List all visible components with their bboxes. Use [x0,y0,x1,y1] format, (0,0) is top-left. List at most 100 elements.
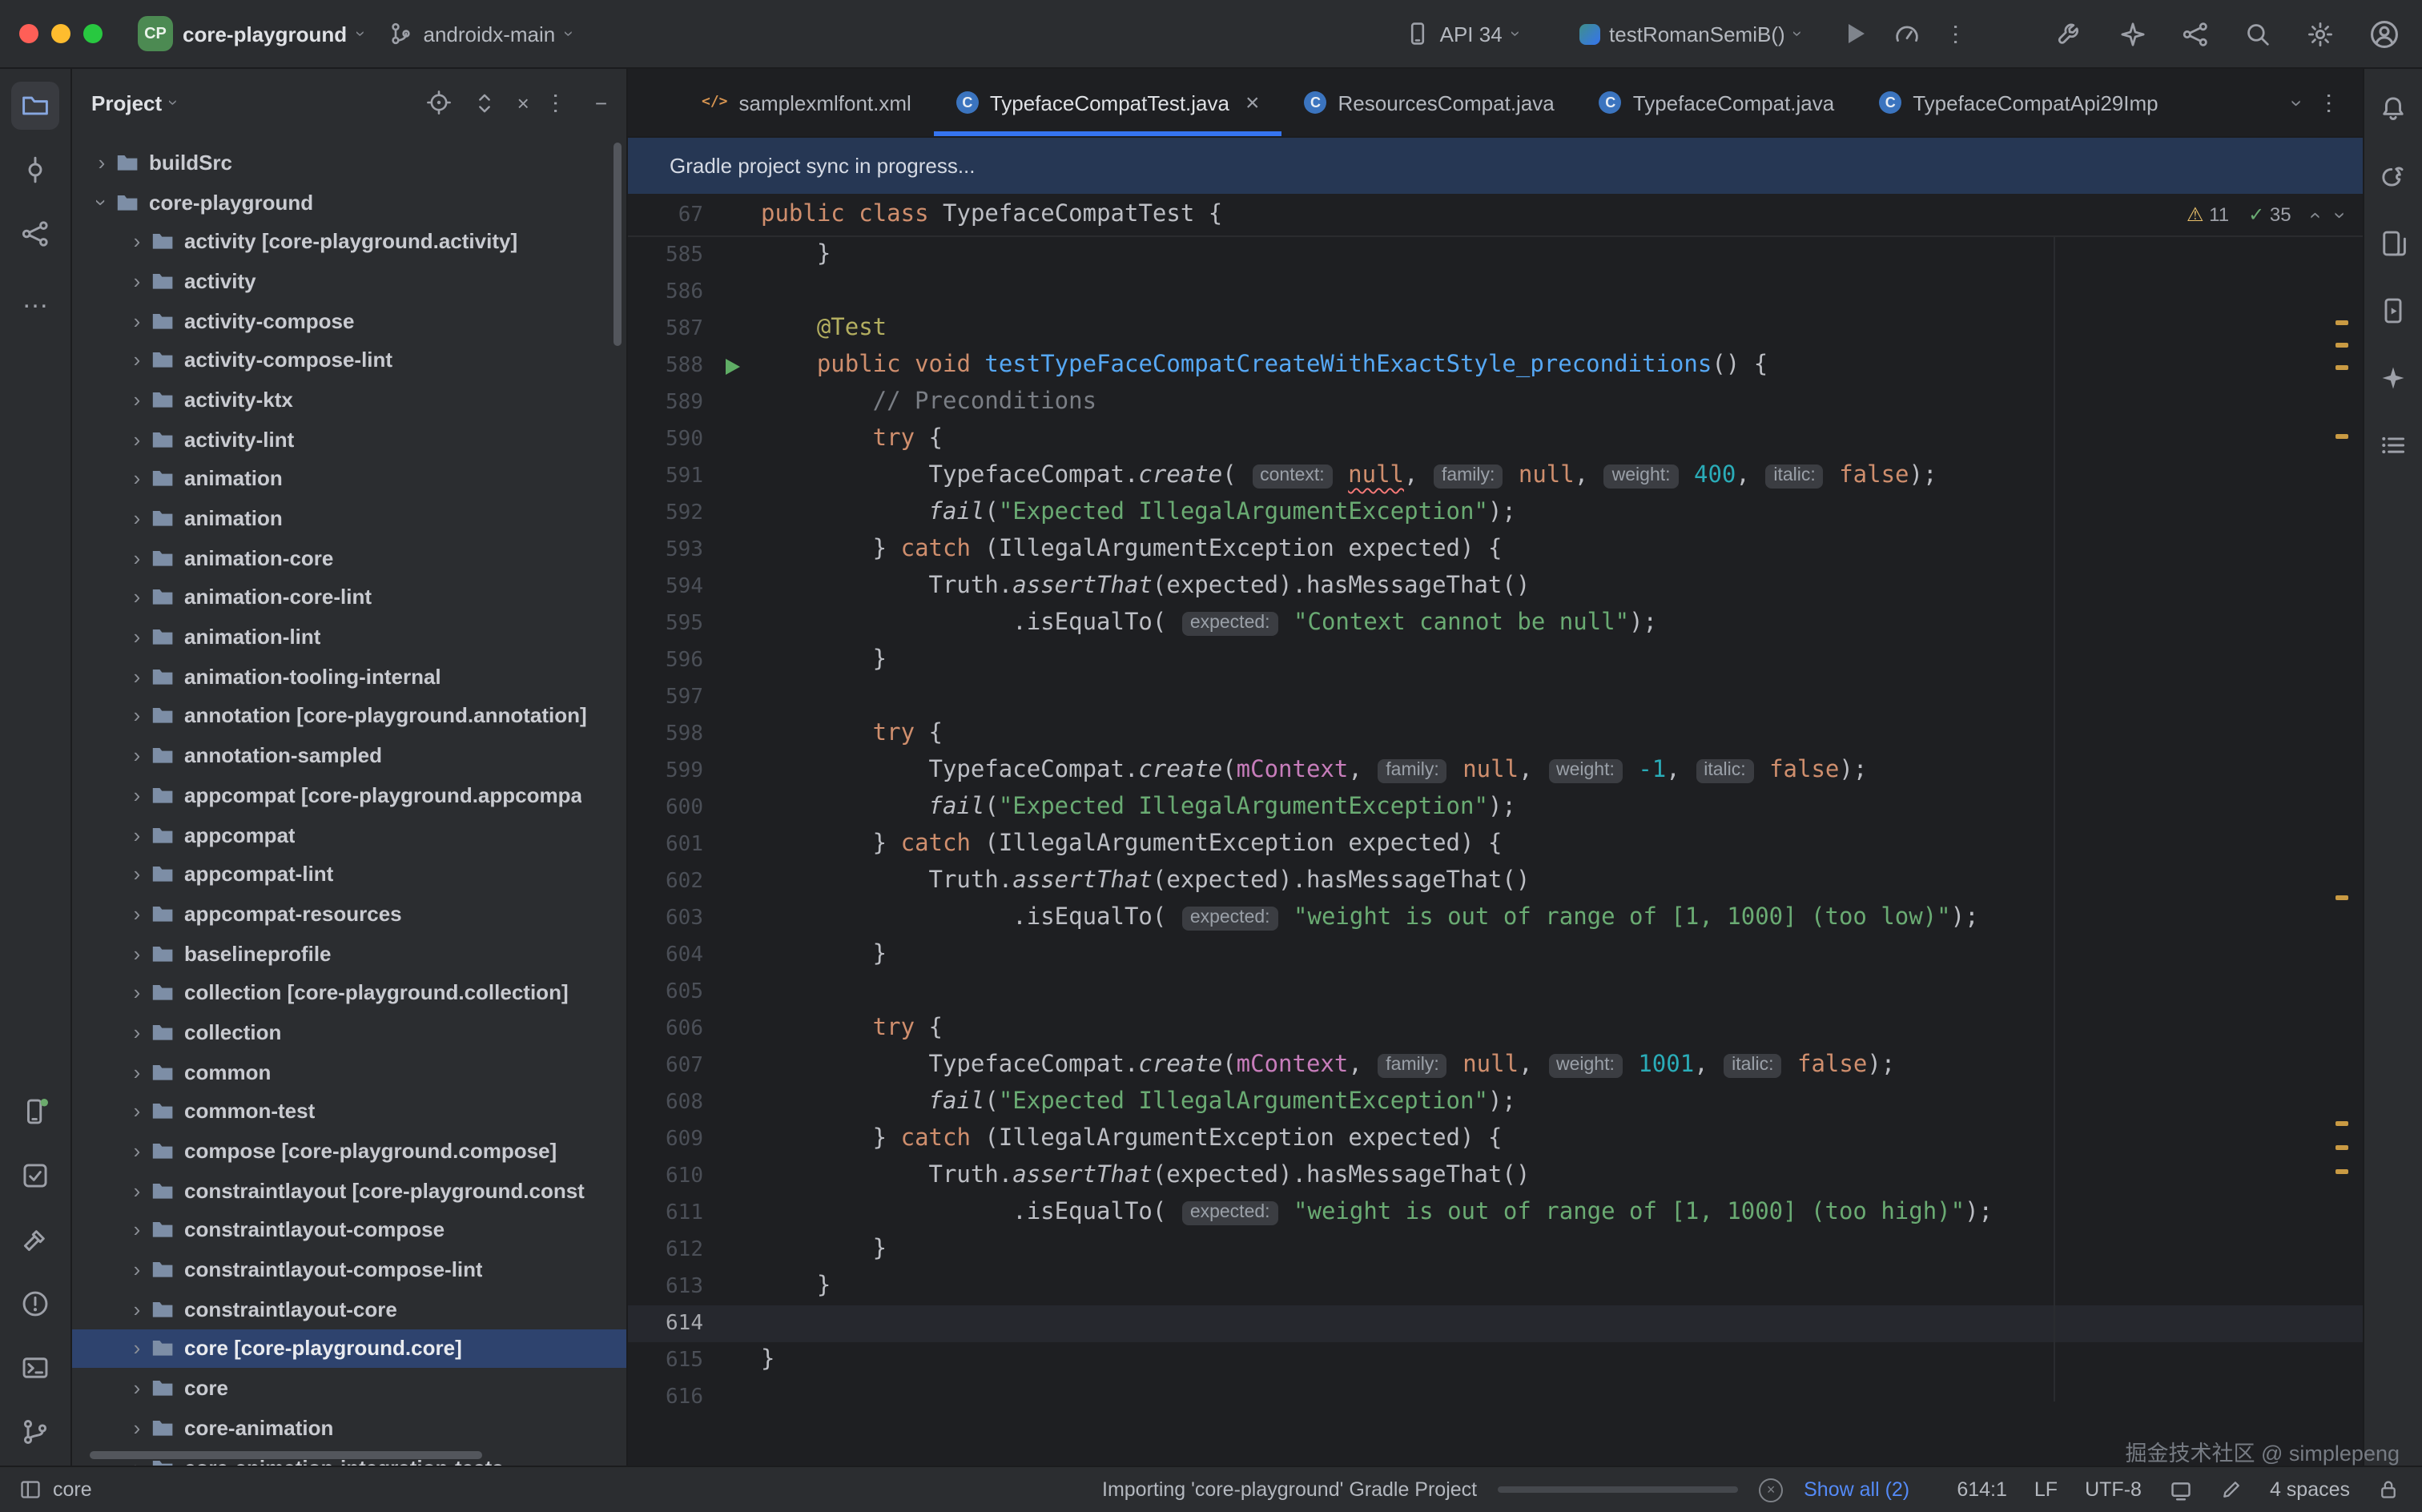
indent-setting[interactable]: 4 spaces [2270,1478,2350,1501]
chevron-icon[interactable]: › [90,188,114,215]
code-line[interactable]: 586 [628,274,2363,311]
chevron-icon[interactable]: › [123,506,151,530]
tree-item[interactable]: ›annotation-sampled [72,736,626,775]
tree-item[interactable]: ›animation [72,459,626,498]
hide-panel-icon[interactable]: − [595,92,607,113]
tree-item[interactable]: ›common [72,1052,626,1092]
tree-item[interactable]: ›collection [core-playground.collection] [72,973,626,1012]
line-number[interactable]: 604 [628,943,703,967]
line-number[interactable]: 603 [628,907,703,931]
tree-item[interactable]: ›compose [core-playground.compose] [72,1131,626,1170]
chevron-icon[interactable]: › [123,822,151,846]
code-line[interactable]: 591 TypefaceCompat.create( context: null… [628,458,2363,495]
hidden-tabs-icon[interactable]: › [2285,99,2309,107]
run-button[interactable] [1849,24,1865,43]
warning-stripe-mark[interactable] [2336,1121,2348,1126]
code-line[interactable]: 606 try { [628,1011,2363,1048]
chevron-icon[interactable]: › [123,1178,151,1202]
problems-icon[interactable] [11,1280,59,1328]
code-line[interactable]: 616 [628,1379,2363,1416]
lock-icon[interactable] [2377,1478,2400,1501]
line-number[interactable]: 615 [628,1349,703,1373]
terminal-icon[interactable] [11,1344,59,1392]
show-all-link[interactable]: Show all (2) [1804,1478,1909,1501]
chevron-icon[interactable]: › [123,704,151,728]
todo-icon[interactable] [2369,421,2417,469]
chevron-icon[interactable]: › [123,585,151,609]
more-icon[interactable]: … [11,274,59,322]
more-vertical-icon[interactable]: … [1949,22,1973,46]
tree-item[interactable]: ›animation-core-lint [72,577,626,617]
line-ending[interactable]: LF [2034,1478,2058,1501]
chevron-icon[interactable]: › [123,1376,151,1400]
build-icon[interactable] [11,1216,59,1264]
code-line[interactable]: 590 try { [628,421,2363,458]
tree-vertical-scrollbar[interactable] [614,143,622,346]
code-line[interactable]: 614 [628,1305,2363,1342]
tree-item[interactable]: ›core-animation [72,1408,626,1447]
tree-item[interactable]: ›animation [72,498,626,537]
line-number[interactable]: 585 [628,243,703,267]
chevron-icon[interactable]: › [123,941,151,965]
tree-item[interactable]: ›activity-lint [72,420,626,459]
sticky-header-line[interactable]: 67 public class TypefaceCompatTest { ⚠ 1… [628,194,2363,237]
chevron-icon[interactable]: › [123,1416,151,1440]
more-vertical-icon[interactable]: … [2323,90,2347,115]
running-devices-icon[interactable] [2369,287,2417,335]
tree-item[interactable]: ›collection [72,1012,626,1052]
caret-position[interactable]: 614:1 [1957,1478,2007,1501]
code-line[interactable]: 597 [628,679,2363,716]
more-vertical-icon[interactable]: … [550,90,574,115]
code-line[interactable]: 607 TypefaceCompat.create(mContext, fami… [628,1048,2363,1084]
line-number[interactable]: 592 [628,501,703,525]
code-line[interactable]: 594 Truth.assertThat(expected).hasMessag… [628,569,2363,605]
tree-horizontal-scrollbar[interactable] [90,1451,482,1459]
code-area[interactable]: 585 }586587 @Test588 public void testTyp… [628,237,2363,1466]
line-number[interactable]: 612 [628,1238,703,1262]
code-line[interactable]: 585 } [628,237,2363,274]
device-selector[interactable]: API 34 › [1392,11,1531,56]
project-icon[interactable] [11,82,59,130]
run-configuration-selector[interactable]: testRomanSemiB() › [1566,11,1813,56]
tree-item[interactable]: ›core [core-playground.core] [72,1329,626,1368]
warning-stripe-mark[interactable] [2336,1145,2348,1150]
line-number[interactable]: 601 [628,833,703,857]
warning-stripe-mark[interactable] [2336,434,2348,439]
line-number[interactable]: 594 [628,575,703,599]
tree-item[interactable]: ›constraintlayout [core-playground.const [72,1171,626,1210]
locate-icon[interactable] [426,90,452,115]
chevron-icon[interactable]: › [123,1297,151,1321]
editor-tab[interactable]: </>samplexmlfont.xml [679,69,934,136]
line-number[interactable]: 598 [628,722,703,746]
tree-item[interactable]: ›activity-compose-lint [72,340,626,380]
line-number[interactable]: 596 [628,649,703,673]
tree-item[interactable]: ›core [72,1369,626,1408]
line-number[interactable]: 600 [628,796,703,820]
chevron-icon[interactable]: › [123,1139,151,1163]
chevron-icon[interactable]: › [123,743,151,767]
collapse-all-icon[interactable]: × [517,92,529,113]
search-icon[interactable] [2244,20,2271,47]
close-window-button[interactable] [19,24,38,43]
code-line[interactable]: 599 TypefaceCompat.create(mContext, fami… [628,753,2363,790]
tree-item[interactable]: ›constraintlayout-compose [72,1210,626,1249]
spark-icon[interactable] [2119,20,2146,47]
code-line[interactable]: 598 try { [628,716,2363,753]
chevron-icon[interactable]: › [123,783,151,807]
previous-occurrence-icon[interactable]: › [2302,211,2326,219]
tree-item[interactable]: ›animation-core [72,538,626,577]
chevron-icon[interactable]: › [123,665,151,689]
branch-widget[interactable]: androidx-main › [376,11,584,56]
chevron-icon[interactable]: › [123,862,151,886]
code-line[interactable]: 610 Truth.assertThat(expected).hasMessag… [628,1158,2363,1195]
code-line[interactable]: 604 } [628,937,2363,974]
tool-window-widget[interactable]: core [0,1478,92,1501]
tree-item[interactable]: ›core-playground [72,182,626,221]
code-line[interactable]: 611 .isEqualTo( expected: "weight is out… [628,1195,2363,1232]
line-number[interactable]: 593 [628,538,703,562]
chevron-icon[interactable]: › [123,348,151,372]
line-number[interactable]: 610 [628,1164,703,1188]
tree-item[interactable]: ›appcompat-lint [72,855,626,894]
tree-item[interactable]: ›animation-lint [72,617,626,657]
cancel-icon[interactable]: × [1759,1478,1783,1502]
